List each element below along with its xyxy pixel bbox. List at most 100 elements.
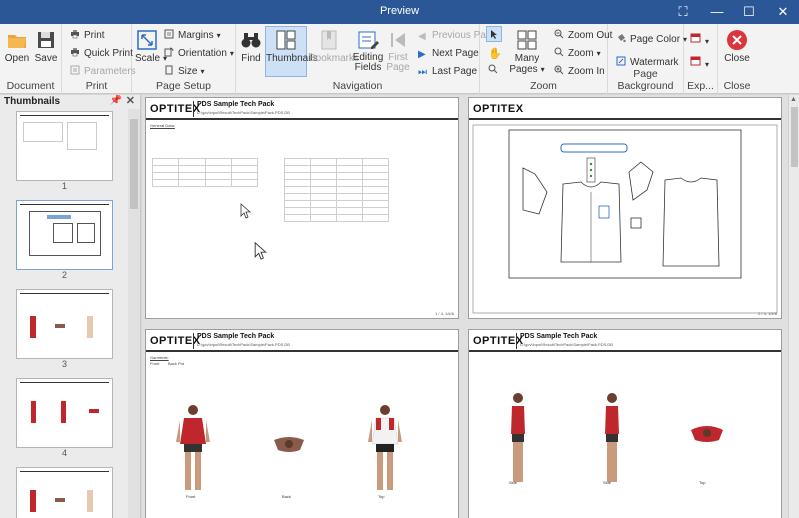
group-close: Close Close xyxy=(718,24,756,94)
last-page-button[interactable]: ⏭ Last Page xyxy=(418,64,477,80)
bookmark-icon xyxy=(321,30,337,50)
printer-icon xyxy=(71,30,79,39)
open-button[interactable]: Open xyxy=(4,27,30,75)
section-heading: General Data: xyxy=(150,123,175,128)
editing-fields-button[interactable]: Editing Fields xyxy=(350,27,386,75)
group-print: Print Quick Print Parameters Print xyxy=(62,24,136,94)
avatar-top-image xyxy=(691,426,723,442)
zoom-tool-button[interactable] xyxy=(488,64,498,80)
zoom-in-icon xyxy=(554,65,564,75)
thumbnail-number: 3 xyxy=(61,359,67,369)
group-label-page-background: Page Background xyxy=(617,68,674,92)
magnifier-icon xyxy=(488,64,498,74)
quick-print-button[interactable]: Quick Print xyxy=(70,46,133,62)
margins-button[interactable]: Margins ▾ xyxy=(164,28,221,44)
thumbnails-button[interactable]: Thumbnails xyxy=(265,26,318,77)
section-heading: Garments: xyxy=(150,355,169,360)
thumbnail-page-5[interactable] xyxy=(16,467,113,518)
scale-button[interactable]: Scale ▾ xyxy=(135,27,167,75)
quick-print-icon xyxy=(71,48,79,57)
avatar-back-image xyxy=(368,405,402,490)
arrow-left-icon: ◀ xyxy=(418,31,426,42)
preview-scrollbar-thumb[interactable] xyxy=(791,107,798,167)
avatar-front-image xyxy=(176,405,210,490)
pointer-tool-button[interactable] xyxy=(486,26,502,42)
group-label-document: Document xyxy=(6,80,55,92)
thumbnail-page-3[interactable] xyxy=(16,289,113,359)
page-footer: 1 / 4, 1/4/6 xyxy=(435,311,454,316)
preview-page-1[interactable]: OPTITEX PDS Sample Tech Pack D:\gcv\Inpu… xyxy=(145,97,459,319)
group-zoom: ✋ Many Pages ▾ Zoom Out Zoom ▾ Zoom In Zoo… xyxy=(480,24,612,94)
title-bar: Preview ⛶ — ☐ ✕ xyxy=(0,0,799,24)
close-icon[interactable]: ✕ xyxy=(126,95,135,107)
export-icon xyxy=(690,33,701,43)
page-header: OPTITEX xyxy=(469,98,781,120)
thumbnail-number: 1 xyxy=(61,181,67,191)
orientation-icon xyxy=(164,47,174,57)
zoom-in-button[interactable]: Zoom In xyxy=(554,64,605,80)
maximize-button[interactable]: ☐ xyxy=(732,0,766,24)
optitex-logo: OPTITEX xyxy=(473,103,524,115)
send-button[interactable]: ▾ xyxy=(690,55,709,71)
group-label-navigation: Navigation xyxy=(332,80,383,92)
first-page-button[interactable]: First Page xyxy=(386,27,410,75)
group-label-zoom: Zoom xyxy=(530,80,557,92)
hand-tool-button[interactable]: ✋ xyxy=(488,46,502,62)
bookmarks-button[interactable]: Bookmarks xyxy=(309,27,359,75)
thumbnail-page-1[interactable] xyxy=(16,111,113,181)
margins-icon xyxy=(164,29,174,39)
minimize-button[interactable]: — xyxy=(700,0,734,24)
page-title: PDS Sample Tech Pack xyxy=(520,333,598,340)
next-page-button[interactable]: ▶ Next Page xyxy=(418,46,479,62)
figure-caption: Front xyxy=(186,494,196,499)
group-navigation: Find Thumbnails Bookmarks Editing Fields… xyxy=(236,24,497,94)
parameters-button[interactable]: Parameters xyxy=(70,64,136,80)
figure-caption: Top xyxy=(699,480,706,485)
group-label-page-setup: Page Setup xyxy=(156,80,211,92)
size-button[interactable]: Size ▾ xyxy=(164,64,204,80)
thumbnail-number: 4 xyxy=(61,448,67,458)
group-export: ▾ ▾ Exp... xyxy=(684,24,718,94)
page-header: OPTITEX PDS Sample Tech Pack D:\gcv\Inpu… xyxy=(469,330,781,352)
mouse-cursor-icon xyxy=(240,203,252,219)
close-window-button[interactable]: ✕ xyxy=(766,0,799,24)
many-pages-button[interactable]: Many Pages ▾ xyxy=(504,27,550,75)
row-label: Back Prd xyxy=(168,361,185,366)
find-button[interactable]: Find xyxy=(239,27,263,75)
ribbon: Open Save Document Print Quick Print Par… xyxy=(0,24,799,94)
scroll-up-icon[interactable]: ▲ xyxy=(790,96,797,103)
zoom-icon xyxy=(554,47,564,57)
thumbnail-page-2[interactable] xyxy=(16,200,113,270)
avatar-top-image xyxy=(274,437,304,452)
pointer-icon xyxy=(491,30,497,39)
page-subtitle: D:\gcv\Input\Result\TechPack\Sample\Pack… xyxy=(520,342,613,347)
preview-area[interactable]: OPTITEX PDS Sample Tech Pack D:\gcv\Inpu… xyxy=(142,95,788,518)
print-button[interactable]: Print xyxy=(70,28,105,44)
group-document: Open Save Document xyxy=(0,24,62,94)
pattern-layout-drawing xyxy=(472,124,778,314)
page-size-icon xyxy=(165,65,173,75)
page-title: PDS Sample Tech Pack xyxy=(197,101,275,108)
materials-table xyxy=(151,158,259,187)
close-preview-button[interactable]: Close xyxy=(722,27,752,75)
save-button[interactable]: Save xyxy=(33,27,59,75)
floppy-disk-icon xyxy=(38,32,54,48)
zoom-out-button[interactable]: Zoom Out xyxy=(554,28,612,44)
thumbnails-scrollbar-thumb[interactable] xyxy=(130,119,138,209)
scale-icon xyxy=(137,30,157,50)
pin-icon[interactable]: 📌 xyxy=(110,95,122,106)
page-color-button[interactable]: Page Color ▾ xyxy=(616,32,687,48)
editing-fields-icon xyxy=(358,31,379,49)
thumbnail-page-4[interactable] xyxy=(16,378,113,448)
fullscreen-button[interactable]: ⛶ xyxy=(666,0,700,24)
zoom-dropdown-button[interactable]: Zoom ▾ xyxy=(554,46,601,62)
last-page-icon: ⏭ xyxy=(418,67,427,78)
thumbnails-scrollbar[interactable] xyxy=(128,109,140,518)
preview-page-4[interactable]: OPTITEX PDS Sample Tech Pack D:\gcv\Inpu… xyxy=(468,329,782,518)
preview-page-3[interactable]: OPTITEX PDS Sample Tech Pack D:\gcv\Inpu… xyxy=(145,329,459,518)
preview-page-2[interactable]: OPTITEX 2 / 4, 1/4/6 xyxy=(468,97,782,319)
orientation-button[interactable]: Orientation ▾ xyxy=(164,46,234,62)
figure-caption: Side xyxy=(509,480,518,485)
export-button[interactable]: ▾ xyxy=(690,32,709,48)
preview-scrollbar[interactable]: ▲ xyxy=(788,95,799,518)
